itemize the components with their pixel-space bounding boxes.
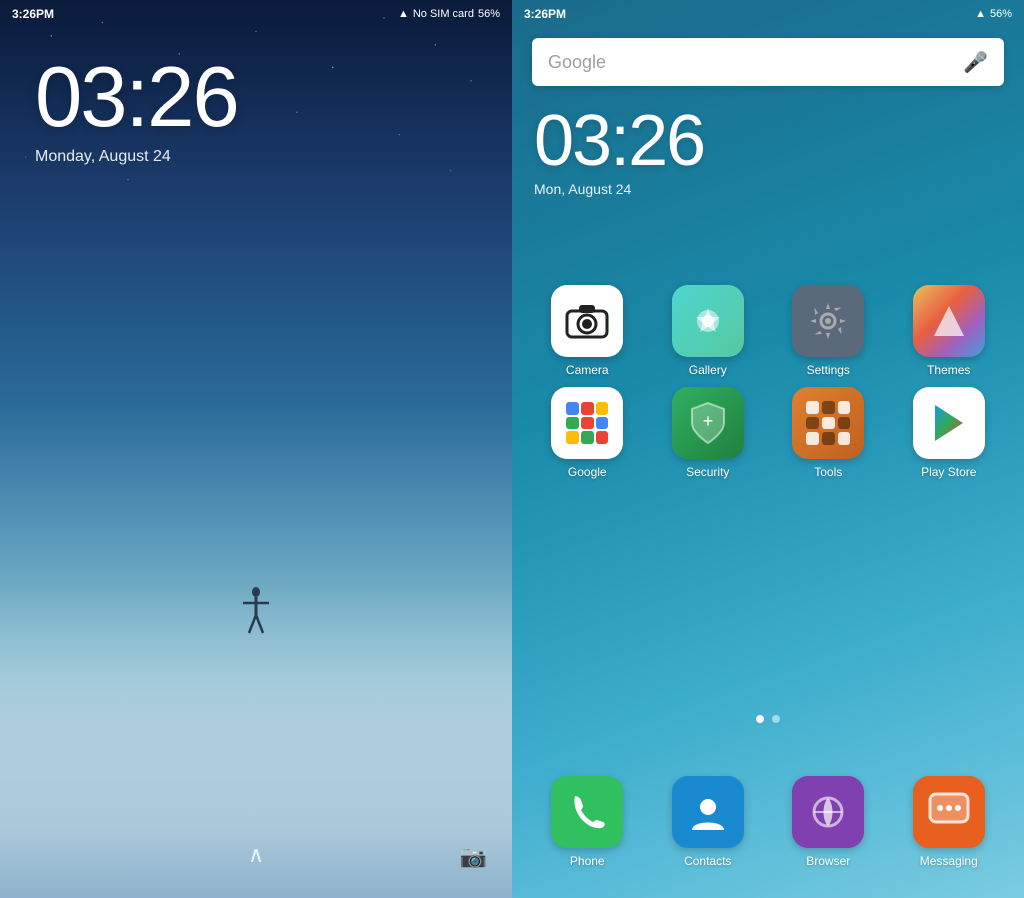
home-wifi-icon: ▲ [975,8,986,20]
tools-label: Tools [814,465,842,479]
themes-icon [913,285,985,357]
home-hour: 03 [534,101,610,181]
gallery-icon [672,285,744,357]
lock-status-time: 3:26PM [12,7,54,21]
settings-label: Settings [807,363,850,377]
phone-icon [551,776,623,848]
app-grid: Camera Gallery [512,285,1024,489]
themes-label: Themes [927,363,970,377]
microphone-icon[interactable]: 🎤 [963,50,988,75]
page-dot-1[interactable] [756,715,764,723]
messaging-icon [913,776,985,848]
tools-icon [792,387,864,459]
phone-label: Phone [570,854,605,868]
home-minute: 26 [628,101,704,181]
home-clock: 03:26 [534,105,704,177]
home-battery-label: 56% [990,8,1012,20]
dock-row: Phone Contacts Browser [512,776,1024,868]
home-statusbar: 3:26PM ▲ 56% [512,0,1024,28]
home-screen: 3:26PM ▲ 56% Google 🎤 03:26 Mon, August … [512,0,1024,898]
security-label: Security [686,465,729,479]
lock-date: Monday, August 24 [35,148,238,166]
messaging-label: Messaging [920,854,978,868]
home-status-time: 3:26PM [524,7,566,21]
lock-hour: 03 [35,50,126,145]
app-item-themes[interactable]: Themes [899,285,999,377]
lock-statusbar: 3:26PM ▲ No SIM card 56% [0,0,512,28]
google-search-bar[interactable]: Google 🎤 [532,38,1004,86]
lock-screen: 3:26PM ▲ No SIM card 56% 03:26 Monday, A… [0,0,512,898]
google-grid [566,402,608,444]
page-dots [512,715,1024,723]
google-search-placeholder: Google [548,52,963,73]
app-item-playstore[interactable]: Play Store [899,387,999,479]
playstore-label: Play Store [921,465,976,479]
app-row-1: Camera Gallery [527,285,1009,377]
browser-label: Browser [806,854,850,868]
unlock-arrow[interactable]: ∧ [248,842,264,868]
lock-status-right: ▲ No SIM card 56% [398,8,500,20]
wifi-icon: ▲ [398,8,409,20]
app-item-camera[interactable]: Camera [537,285,637,377]
gallery-label: Gallery [689,363,727,377]
home-date: Mon, August 24 [534,181,704,197]
lock-camera-icon[interactable]: 📷 [460,844,487,870]
contacts-label: Contacts [684,854,731,868]
browser-icon [792,776,864,848]
lock-time-display: 03:26 Monday, August 24 [35,55,238,166]
app-item-phone[interactable]: Phone [537,776,637,868]
app-item-google[interactable]: Google [537,387,637,479]
contacts-icon [672,776,744,848]
app-item-security[interactable]: + Security [658,387,758,479]
security-icon: + [672,387,744,459]
app-item-settings[interactable]: Settings [778,285,878,377]
settings-icon [792,285,864,357]
app-item-messaging[interactable]: Messaging [899,776,999,868]
playstore-icon [913,387,985,459]
google-icon [551,387,623,459]
lock-minute: 26 [147,50,238,145]
person-silhouette [241,585,271,647]
app-item-contacts[interactable]: Contacts [658,776,758,868]
app-item-tools[interactable]: Tools [778,387,878,479]
svg-text:+: + [702,411,713,431]
tools-grid [806,401,850,445]
camera-label: Camera [566,363,609,377]
battery-label: 56% [478,8,500,20]
app-item-gallery[interactable]: Gallery [658,285,758,377]
camera-icon [551,285,623,357]
google-label: Google [568,465,607,479]
lock-colon: : [126,50,148,145]
app-item-browser[interactable]: Browser [778,776,878,868]
home-colon: : [610,101,628,181]
home-status-right: ▲ 56% [975,8,1012,20]
app-row-2: Google + Security [527,387,1009,479]
sim-label: No SIM card [413,8,474,20]
home-time-display: 03:26 Mon, August 24 [534,105,704,197]
lock-clock: 03:26 [35,55,238,140]
page-dot-2[interactable] [772,715,780,723]
